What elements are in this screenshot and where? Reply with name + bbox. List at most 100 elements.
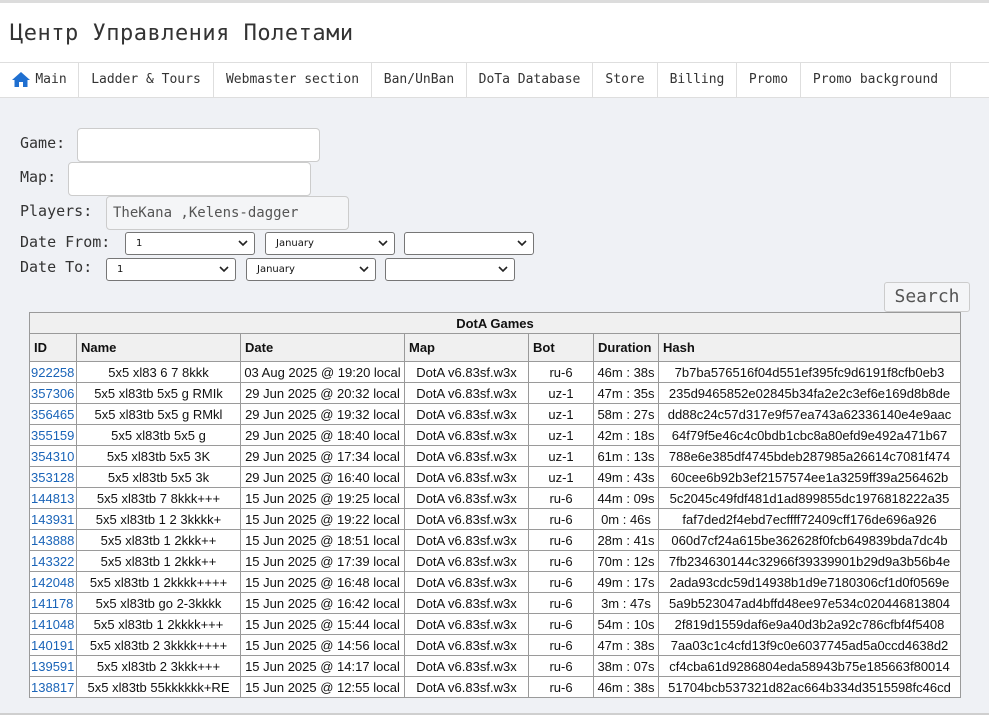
game-id-link[interactable]: 139591 — [31, 659, 74, 674]
game-id-link[interactable]: 144813 — [31, 491, 74, 506]
game-id-link[interactable]: 143931 — [31, 512, 74, 527]
game-input[interactable] — [77, 128, 320, 162]
cell-name: 5x5 xl83 6 7 8kkk — [76, 361, 241, 383]
cell-bot: uz-1 — [528, 403, 594, 425]
column-header-bot: Bot — [528, 333, 594, 362]
cell-hash: 7fb234630144c32966f39339901b29d9a3b56b4e — [658, 550, 961, 572]
game-id-link[interactable]: 142048 — [31, 575, 74, 590]
cell-date: 15 Jun 2025 @ 18:51 local — [240, 529, 405, 551]
cell-id: 143888 — [29, 529, 77, 551]
cell-map: DotA v6.83sf.w3x — [404, 550, 529, 572]
nav-item-main[interactable]: Main — [0, 63, 79, 97]
table-caption: DotA Games — [29, 312, 961, 334]
game-id-link[interactable]: 141048 — [31, 617, 74, 632]
cell-hash: 788e6e385df4745bdeb287985a26614c7081f474 — [658, 445, 961, 467]
table-row: 143322 5x5 xl83tb 1 2kkk++ 15 Jun 2025 @ 1… — [29, 550, 961, 572]
cell-bot: uz-1 — [528, 466, 594, 488]
column-header-id: ID — [29, 333, 77, 362]
cell-name: 5x5 xl83tb go 2-3kkkk — [76, 592, 241, 614]
cell-bot: ru-6 — [528, 361, 594, 383]
cell-date: 29 Jun 2025 @ 20:32 local — [240, 382, 405, 404]
cell-id: 356465 — [29, 403, 77, 425]
cell-duration: 46m : 38s — [593, 676, 659, 698]
nav-item-ban-unban[interactable]: Ban/UnBan — [372, 63, 467, 97]
game-id-link[interactable]: 355159 — [31, 428, 74, 443]
cell-name: 5x5 xl83tb 2 3kkkk++++ — [76, 634, 241, 656]
nav-item-promo-background[interactable]: Promo background — [801, 63, 951, 97]
cell-id: 355159 — [29, 424, 77, 446]
cell-bot: uz-1 — [528, 445, 594, 467]
nav-item-webmaster-section[interactable]: Webmaster section — [214, 63, 372, 97]
game-id-link[interactable]: 141178 — [31, 596, 73, 611]
date-to-month-select[interactable]: January — [246, 258, 376, 281]
date-from-month-select[interactable]: January — [265, 232, 395, 255]
cell-duration: 38m : 07s — [593, 655, 659, 677]
table-row: 922258 5x5 xl83 6 7 8kkk 03 Aug 2025 @ 19:… — [29, 361, 961, 383]
cell-hash: 060d7cf24a615be362628f0fcb649839bda7dc4b — [658, 529, 961, 551]
home-icon — [11, 71, 31, 88]
cell-hash: 235d9465852e02845b34fa2e2c3ef6e169d8b8de — [658, 382, 961, 404]
nav-item-store[interactable]: Store — [593, 63, 658, 97]
cell-date: 29 Jun 2025 @ 19:32 local — [240, 403, 405, 425]
cell-hash: 7b7ba576516f04d551ef395fc9d6191f8cfb0eb3 — [658, 361, 961, 383]
cell-duration: 0m : 46s — [593, 508, 659, 530]
cell-hash: 51704bcb537321d82ac664b334d3515598fc46cd — [658, 676, 961, 698]
cell-hash: 64f79f5e46c4c0bdb1cbc8a80efd9e492a471b67 — [658, 424, 961, 446]
chevron-down-icon — [219, 266, 229, 273]
cell-bot: ru-6 — [528, 571, 594, 593]
game-id-link[interactable]: 140191 — [31, 638, 74, 653]
game-id-link[interactable]: 356465 — [31, 407, 74, 422]
cell-id: 922258 — [29, 361, 77, 383]
cell-hash: 2ada93cdc59d14938b1d9e7180306cf1d0f0569e — [658, 571, 961, 593]
table-row: 144813 5x5 xl83tb 7 8kkk+++ 15 Jun 2025 @ … — [29, 487, 961, 509]
cell-map: DotA v6.83sf.w3x — [404, 424, 529, 446]
cell-id: 141048 — [29, 613, 77, 635]
nav-item-dota-database[interactable]: DoTa Database — [467, 63, 593, 97]
table-row: 354310 5x5 xl83tb 5x5 3K 29 Jun 2025 @ 17:… — [29, 445, 961, 467]
map-input[interactable] — [68, 162, 311, 196]
game-id-link[interactable]: 143888 — [31, 533, 74, 548]
game-id-link[interactable]: 922258 — [31, 365, 74, 380]
chevron-down-icon — [359, 266, 369, 273]
players-input[interactable]: TheKana ,Kelens-dagger — [106, 196, 349, 230]
search-button[interactable]: Search — [884, 282, 970, 312]
cell-date: 15 Jun 2025 @ 15:44 local — [240, 613, 405, 635]
cell-hash: cf4cba61d9286804eda58943b75e185663f80014 — [658, 655, 961, 677]
cell-duration: 49m : 43s — [593, 466, 659, 488]
cell-bot: ru-6 — [528, 487, 594, 509]
date-to-year-select[interactable] — [385, 258, 515, 281]
cell-name: 5x5 xl83tb 5x5 3K — [76, 445, 241, 467]
game-id-link[interactable]: 138817 — [31, 680, 74, 695]
site-title: Центр Управления Полетами — [10, 21, 354, 46]
game-id-link[interactable]: 354310 — [31, 449, 74, 464]
cell-bot: ru-6 — [528, 634, 594, 656]
cell-hash: 2f819d1559daf6e9a40d3b2a92c786cfbf4f5408 — [658, 613, 961, 635]
cell-date: 15 Jun 2025 @ 16:48 local — [240, 571, 405, 593]
nav-item-promo[interactable]: Promo — [737, 63, 801, 97]
nav-item-ladder-tours[interactable]: Ladder & Tours — [79, 63, 214, 97]
table-row: 355159 5x5 xl83tb 5x5 g 29 Jun 2025 @ 18:4… — [29, 424, 961, 446]
cell-map: DotA v6.83sf.w3x — [404, 634, 529, 656]
date-to-label: Date To: — [20, 258, 93, 276]
game-id-link[interactable]: 357306 — [31, 386, 74, 401]
cell-date: 15 Jun 2025 @ 14:56 local — [240, 634, 405, 656]
date-to-day-select[interactable]: 1 — [106, 258, 236, 281]
column-header-date: Date — [240, 333, 405, 362]
nav-item-billing[interactable]: Billing — [658, 63, 737, 97]
game-id-link[interactable]: 353128 — [31, 470, 74, 485]
game-id-link[interactable]: 143322 — [31, 554, 74, 569]
cell-id: 138817 — [29, 676, 77, 698]
cell-date: 15 Jun 2025 @ 19:25 local — [240, 487, 405, 509]
date-from-year-select[interactable] — [404, 232, 534, 255]
cell-date: 29 Jun 2025 @ 17:34 local — [240, 445, 405, 467]
cell-bot: ru-6 — [528, 676, 594, 698]
date-from-day-select[interactable]: 1 — [125, 232, 255, 255]
cell-name: 5x5 xl83tb 1 2 3kkkk+ — [76, 508, 241, 530]
cell-bot: ru-6 — [528, 550, 594, 572]
table-row: 138817 5x5 xl83tb 55kkkkkk+RE 15 Jun 2025 … — [29, 676, 961, 698]
cell-date: 15 Jun 2025 @ 14:17 local — [240, 655, 405, 677]
site-header: Центр Управления Полетами — [0, 3, 989, 62]
cell-duration: 42m : 18s — [593, 424, 659, 446]
chevron-down-icon — [238, 240, 248, 247]
cell-duration: 47m : 38s — [593, 634, 659, 656]
